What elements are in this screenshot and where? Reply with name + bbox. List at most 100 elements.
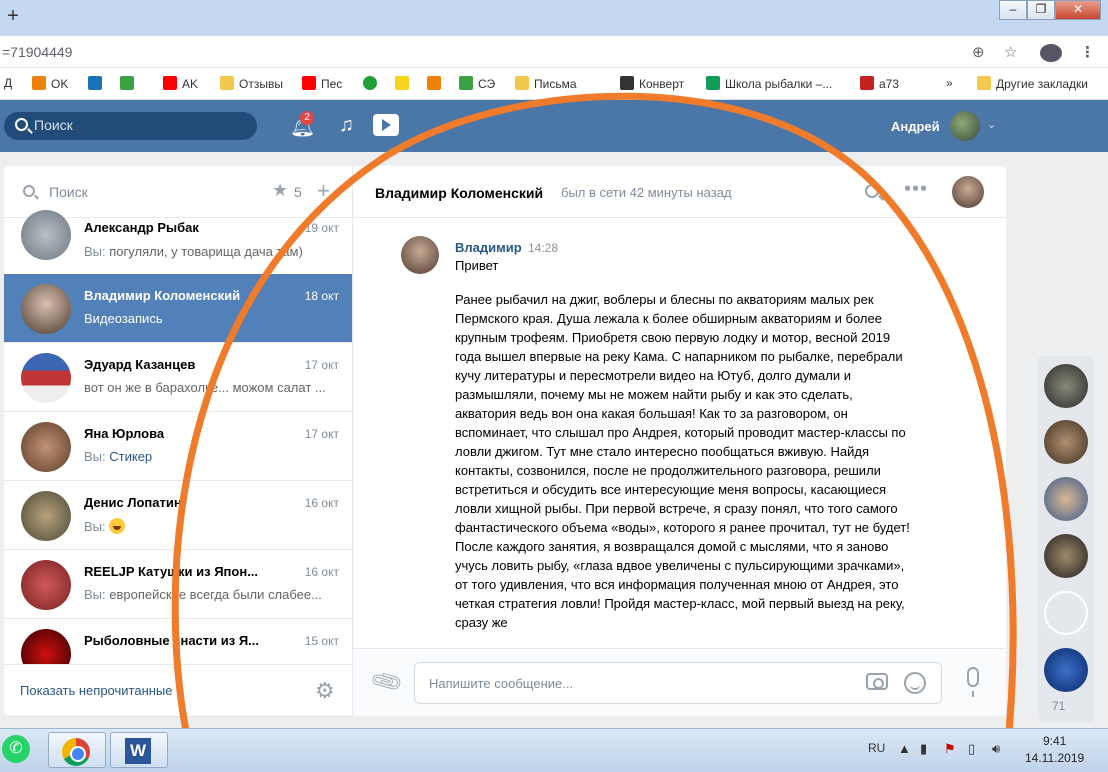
dialog-item[interactable]: Яна Юрлова 17 окт Вы: Стикер	[4, 412, 352, 481]
star-icon[interactable]: ★	[272, 180, 288, 201]
chevron-down-icon[interactable]: ⌄	[987, 118, 996, 131]
sber-icon	[363, 76, 377, 90]
vk-header: Поиск 🔔︎ ♫	[0, 100, 1108, 152]
bookmark-item[interactable]	[427, 76, 446, 91]
video-icon[interactable]	[373, 114, 399, 136]
bookmark-favicon-icon	[459, 76, 473, 90]
bookmark-item[interactable]: Другие закладки	[977, 76, 1088, 91]
battery-icon[interactable]: ▯	[968, 741, 975, 757]
dialog-date: 16 окт	[304, 496, 339, 510]
browser-menu-icon[interactable]: ⋮	[1080, 43, 1095, 61]
emoji-icon[interactable]	[904, 672, 926, 694]
dialog-preview: Видеозапись	[84, 311, 163, 326]
avatar[interactable]	[1044, 534, 1088, 578]
bookmark-item[interactable]: Письма	[515, 76, 577, 91]
google-drive-icon	[706, 76, 720, 90]
dialogs-search-input[interactable]: Поиск	[49, 184, 88, 200]
zoom-icon[interactable]: ⊕	[972, 43, 985, 61]
peer-name[interactable]: Владимир Коломенский	[375, 185, 543, 201]
gear-icon[interactable]: ⚙	[315, 678, 335, 704]
dialog-name: Александр Рыбак	[84, 220, 199, 235]
vk-search-input[interactable]: Поиск	[4, 112, 257, 140]
dialog-item[interactable]: Денис Лопатин 16 окт Вы:	[4, 481, 352, 550]
dialogs-panel: Поиск ★ 5 + Александр Рыбак 19 окт Вы: п…	[4, 166, 353, 716]
browser-tab-strip: + – ❐ ✕	[0, 0, 1108, 36]
address-bar[interactable]: =71904449 ⊕ ☆ ⋮	[0, 36, 1108, 68]
bookmark-item[interactable]	[120, 76, 139, 91]
show-unread-link[interactable]: Показать непрочитанные	[20, 683, 173, 698]
dialog-item[interactable]: REELJP Катушки из Япон... 16 окт Вы: евр…	[4, 550, 352, 619]
windows-taskbar: ✆ W RU ▲ ▮ ⚑ ▯ 🔊︎ 9:41 14.11.2019	[0, 728, 1108, 772]
avatar	[21, 491, 71, 541]
avatar[interactable]	[1044, 364, 1088, 408]
bookmark-star-icon[interactable]: ☆	[1004, 43, 1017, 61]
taskbar-chrome-button[interactable]	[48, 732, 106, 768]
bookmarks-overflow-button[interactable]: »	[946, 76, 953, 90]
bookmark-item[interactable]: СЭ	[459, 76, 495, 91]
avatar[interactable]	[952, 176, 984, 208]
dialog-date: 18 окт	[304, 289, 339, 303]
volume-icon[interactable]: 🔊︎	[992, 741, 1000, 757]
dialogs-search[interactable]: Поиск ★ 5 +	[4, 166, 352, 218]
bookmark-favicon-icon	[88, 76, 102, 90]
avatar[interactable]	[1044, 420, 1088, 464]
url-text[interactable]: =71904449	[2, 44, 72, 60]
search-placeholder: Поиск	[34, 117, 73, 133]
avatar[interactable]	[1044, 648, 1088, 692]
show-hidden-icons[interactable]: ▲	[898, 741, 911, 756]
bookmark-item[interactable]: a73	[860, 76, 899, 91]
message-avatar[interactable]	[401, 236, 439, 274]
network-icon[interactable]: ▮	[920, 741, 927, 757]
bookmark-item[interactable]	[363, 76, 382, 91]
new-dialog-button[interactable]: +	[317, 178, 330, 204]
close-window-button[interactable]: ✕	[1055, 0, 1101, 20]
user-name[interactable]: Андрей	[891, 119, 940, 134]
envelope-icon	[620, 76, 634, 90]
clock-time[interactable]: 9:41	[1043, 734, 1066, 748]
dialog-item[interactable]: Эдуард Казанцев 17 окт вот он же в барах…	[4, 343, 352, 412]
camera-icon[interactable]	[866, 673, 888, 690]
dialog-name: Эдуард Казанцев	[84, 357, 196, 372]
maximize-button[interactable]: ❐	[1027, 0, 1055, 20]
flag-icon[interactable]: ⚑	[944, 741, 956, 757]
microphone-icon[interactable]	[967, 667, 979, 697]
music-icon[interactable]: ♫	[339, 114, 354, 137]
bookmark-item[interactable]: Д	[4, 76, 12, 90]
bookmark-item[interactable]	[88, 76, 107, 91]
bookmark-favicon-icon	[120, 76, 134, 90]
message-input[interactable]	[414, 662, 942, 704]
more-icon[interactable]: •••	[904, 178, 928, 201]
bookmark-item[interactable]: Пес	[302, 76, 342, 91]
dialog-date: 15 окт	[304, 634, 339, 648]
new-tab-button[interactable]: +	[2, 6, 24, 28]
bookmark-item[interactable]	[395, 76, 414, 91]
dialog-date: 19 окт	[304, 221, 339, 235]
whatsapp-icon[interactable]: ✆	[2, 735, 30, 763]
dialog-name: Рыболовные снасти из Я...	[84, 633, 259, 648]
avatar	[21, 353, 71, 403]
bookmark-item[interactable]: Конверт	[620, 76, 684, 91]
search-icon	[15, 118, 28, 131]
taskbar-word-button[interactable]: W	[110, 732, 168, 768]
clock-date[interactable]: 14.11.2019	[1025, 751, 1084, 765]
dialog-preview: Вы:	[84, 518, 339, 534]
paperclip-icon[interactable]: 📎︎	[368, 664, 405, 700]
smile-emoji-icon	[109, 518, 126, 534]
bookmark-item[interactable]: Отзывы	[220, 76, 283, 91]
profile-icon[interactable]	[1040, 44, 1062, 62]
chat-panel: Владимир Коломенский был в сети 42 минут…	[353, 166, 1006, 716]
bookmark-item[interactable]: OK	[32, 76, 68, 91]
youtube-icon	[302, 76, 316, 90]
vk-logo-icon[interactable]	[1044, 591, 1088, 635]
avatar[interactable]	[1044, 477, 1088, 521]
avatar	[21, 422, 71, 472]
message-body: Ранее рыбачил на джиг, воблеры и блесны …	[455, 292, 910, 630]
minimize-button[interactable]: –	[999, 0, 1027, 20]
message-author[interactable]: Владимир	[455, 240, 522, 255]
search-icon[interactable]	[865, 184, 879, 198]
bookmark-item[interactable]: Школа рыбалки –...	[706, 76, 832, 91]
dialog-item-active[interactable]: Владимир Коломенский 18 окт Видеозапись	[4, 274, 352, 343]
bookmark-item[interactable]: AK	[163, 76, 198, 91]
language-indicator[interactable]: RU	[868, 741, 885, 755]
avatar[interactable]	[950, 111, 980, 141]
